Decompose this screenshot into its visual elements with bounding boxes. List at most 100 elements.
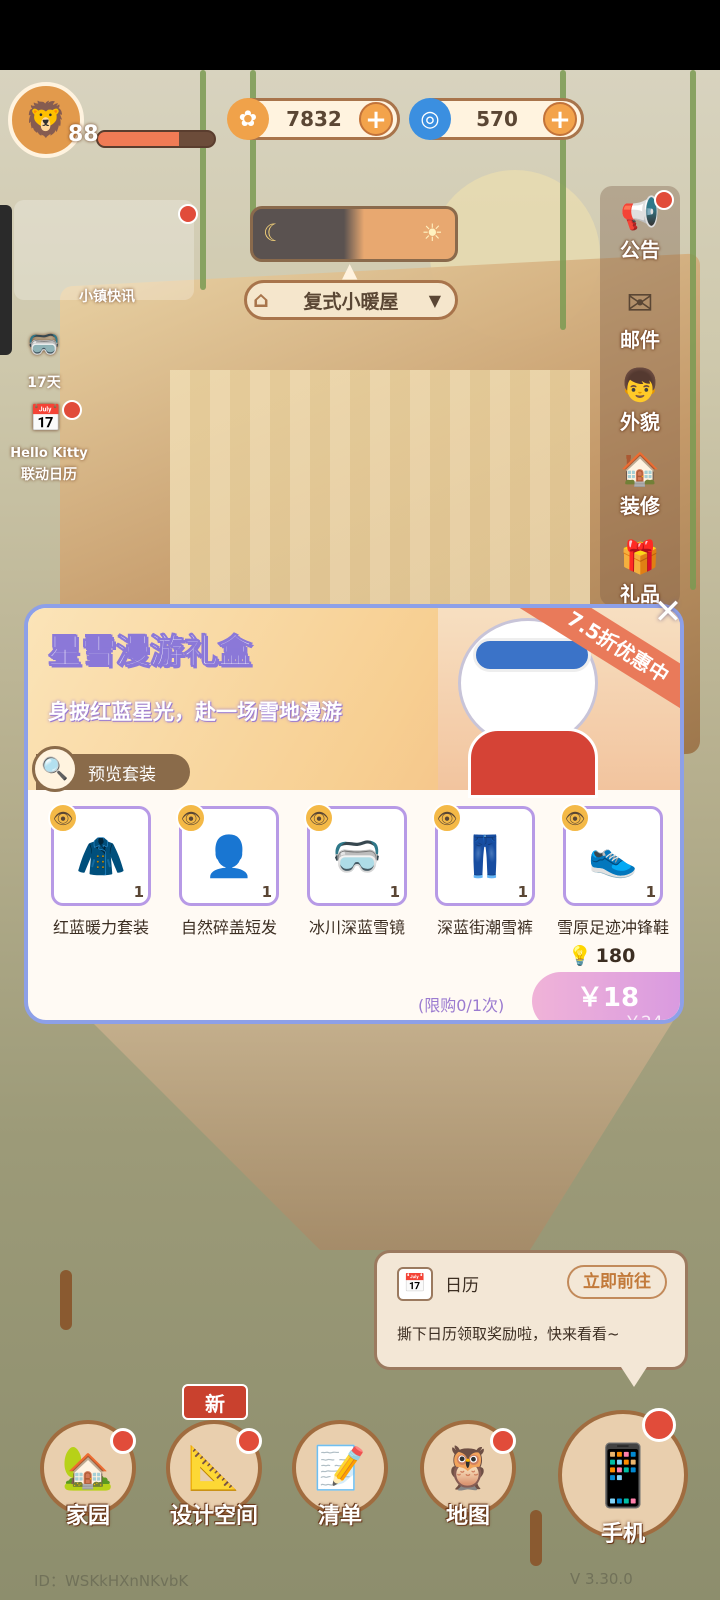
popup-title: 星雪漫游礼盒	[48, 632, 253, 673]
appearance-button[interactable]: 👦 外貌	[600, 364, 680, 435]
nav-list-label: 清单	[317, 1504, 362, 1529]
design-badge	[236, 1428, 262, 1454]
news-panel[interactable]	[14, 200, 194, 300]
reward-item[interactable]: 👁 🧥 1 红蓝暖力套装	[42, 803, 160, 938]
reward-item[interactable]: 👁 👟 1 雪原足迹冲锋鞋	[554, 803, 672, 938]
calendar-icon[interactable]: 📅	[26, 404, 66, 434]
coin-value: 7832	[286, 107, 342, 131]
reward-items: 👁 🧥 1 红蓝暖力套装 👁 👤 1 自然碎盖短发 👁 🥽 1 冰川深蓝雪镜 👁 👖 1 深蓝街…	[42, 803, 672, 937]
user-id: ID：WSKkHXnNKvbK	[34, 1572, 189, 1590]
sun-icon: ☀	[421, 219, 443, 247]
appearance-label: 外貌	[620, 410, 660, 434]
item-name: 自然碎盖短发	[180, 918, 277, 937]
calendar-notice[interactable]: 📅 日历 立即前往 撕下日历领取奖励啦，快来看看~	[374, 1250, 688, 1387]
announcement-label: 公告	[620, 238, 660, 262]
item-qty: 1	[261, 883, 272, 901]
goggles-icon[interactable]: 🥽	[14, 330, 74, 360]
item-name: 深蓝街潮雪裤	[436, 918, 533, 937]
nav-home[interactable]: 🏡 家园	[38, 1420, 138, 1530]
swirl-gem-icon: ◎	[409, 98, 451, 140]
coin-counter: ✿ 7832 +	[227, 98, 400, 140]
chevron-down-icon: ▼	[428, 290, 441, 310]
purchase-limit: (限购0/1次)	[418, 996, 505, 1015]
item-name: 红蓝暖力套装	[52, 918, 149, 937]
item-qty: 1	[389, 883, 400, 901]
willow-branch	[250, 70, 256, 230]
xp-bar	[96, 130, 216, 148]
house-floor	[170, 370, 590, 630]
lightbulb-icon: 💡	[568, 945, 592, 967]
calendar-title: 日历	[445, 1276, 479, 1296]
gem-counter: ◎ 570 +	[409, 98, 584, 140]
decorate-button[interactable]: 🏠 装修	[600, 448, 680, 519]
item-qty: 1	[133, 883, 144, 901]
calendar-badge	[62, 400, 82, 420]
lion-icon: 🦁	[24, 100, 68, 140]
announcement-badge	[654, 190, 674, 210]
mail-label: 邮件	[620, 328, 660, 352]
wooden-deck	[80, 1010, 680, 1250]
nav-map[interactable]: 🦉 地图	[418, 1420, 518, 1530]
xp-fill	[98, 132, 180, 146]
eye-icon: 👁	[304, 803, 334, 833]
points-value: 180	[595, 944, 636, 967]
shoes-icon: 👟	[588, 833, 638, 880]
face-icon: 👦	[620, 366, 660, 404]
eye-icon: 👁	[432, 803, 462, 833]
home-badge	[110, 1428, 136, 1454]
decorate-label: 装修	[620, 494, 660, 518]
version-label: V 3.30.0	[570, 1570, 633, 1588]
popup-subtitle: 身披红蓝星光，赴一场雪地漫游	[48, 700, 342, 724]
add-coin-button[interactable]: +	[359, 102, 393, 136]
cattail	[60, 1270, 72, 1330]
location-selector[interactable]: ⌂ 复式小暖屋 ▼	[244, 280, 458, 320]
nav-design-space[interactable]: 📐 设计空间	[164, 1420, 264, 1530]
event-days-label: 17天	[27, 375, 61, 391]
points-display: 💡 180	[568, 944, 636, 968]
character-goggles	[473, 638, 591, 672]
mail-button[interactable]: ✉ 邮件	[600, 282, 680, 353]
calendar-message: 撕下日历领取奖励啦，快来看看~	[397, 1325, 620, 1343]
mail-icon: ✉	[626, 284, 654, 322]
phone-badge	[642, 1408, 676, 1442]
owl-map-icon: 🦉	[441, 1443, 495, 1492]
location-name: 复式小暖屋	[303, 290, 399, 313]
reward-item[interactable]: 👁 👤 1 自然碎盖短发	[170, 803, 288, 938]
close-icon[interactable]: ✕	[648, 592, 688, 632]
willow-branch	[690, 70, 696, 590]
reward-item[interactable]: 👁 🥽 1 冰川深蓝雪镜	[298, 803, 416, 938]
news-label[interactable]: 小镇快讯	[62, 286, 152, 306]
reward-item[interactable]: 👁 👖 1 深蓝街潮雪裤	[426, 803, 544, 938]
list-icon: 📝	[313, 1443, 367, 1492]
player-level: 88	[68, 122, 99, 147]
gift-box-popup: 7.5折优惠中 星雪漫游礼盒 身披红蓝星光，赴一场雪地漫游 预览套装 🔍 👁 🧥 1…	[24, 604, 684, 1024]
goggles-icon: 🥽	[332, 833, 382, 880]
home-icon: 🏡	[61, 1443, 115, 1492]
weather-toggle[interactable]: ☾ ☀	[250, 206, 458, 262]
jacket-icon: 🧥	[76, 833, 126, 880]
original-price: ￥24	[624, 1013, 663, 1024]
add-gem-button[interactable]: +	[543, 102, 577, 136]
kitty-calendar-line2[interactable]: 联动日历	[4, 464, 94, 484]
eye-icon: 👁	[48, 803, 78, 833]
map-badge	[490, 1428, 516, 1454]
item-name: 雪原足迹冲锋鞋	[556, 918, 669, 937]
kitty-calendar-line1[interactable]: Hello Kitty	[4, 446, 94, 461]
magnifier-icon[interactable]: 🔍	[32, 746, 78, 792]
nav-home-label: 家园	[65, 1504, 110, 1529]
hair-icon: 👤	[204, 833, 254, 880]
willow-branch	[200, 70, 206, 290]
gift-icon: 🎁	[620, 538, 660, 576]
character-jacket	[468, 728, 598, 798]
item-qty: 1	[645, 883, 656, 901]
nav-design-label: 设计空间	[169, 1504, 258, 1529]
nav-list[interactable]: 📝 清单	[290, 1420, 390, 1530]
moon-and-sun-icon: ☾	[263, 219, 285, 247]
coin-icon: ✿	[227, 98, 269, 140]
side-handle[interactable]	[0, 205, 12, 355]
nav-map-label: 地图	[445, 1504, 490, 1529]
nav-phone-label: 手机	[600, 1522, 645, 1547]
design-icon: 📐	[187, 1443, 241, 1492]
go-now-button[interactable]: 立即前往	[567, 1265, 667, 1299]
pointer-up-icon: ▲	[342, 258, 358, 282]
